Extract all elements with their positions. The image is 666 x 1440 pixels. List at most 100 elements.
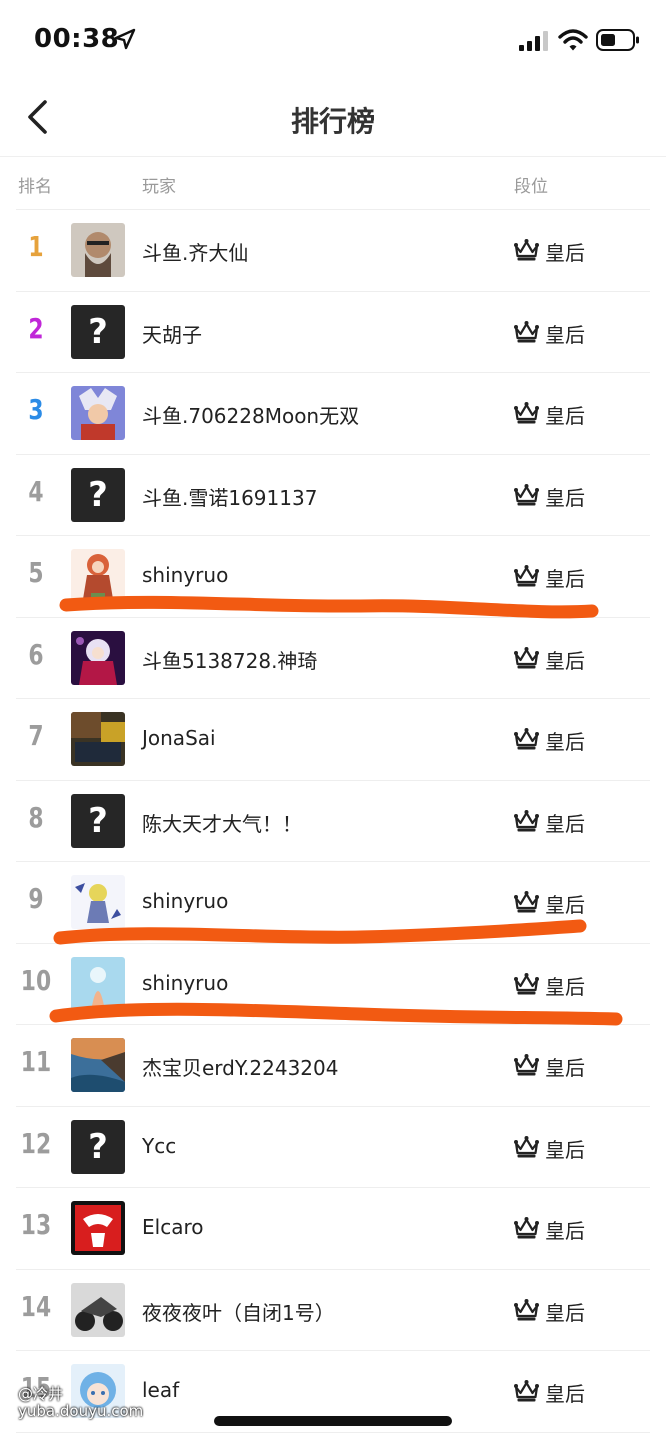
rank-number: 8	[28, 800, 44, 834]
tier-label: 皇后	[545, 485, 585, 510]
tier-label: 皇后	[545, 322, 585, 347]
home-indicator	[214, 1416, 452, 1426]
crown-icon	[514, 728, 539, 750]
leaderboard-row[interactable]: 1 斗鱼.齐大仙 皇后	[0, 210, 666, 292]
player-name[interactable]: shinyruo	[142, 889, 228, 913]
player-name[interactable]: 斗鱼.706228Moon无双	[142, 400, 359, 429]
crown-icon	[514, 320, 539, 342]
tier-label: 皇后	[545, 1382, 585, 1406]
unknown-avatar-icon: ?	[71, 793, 125, 848]
rank-number: 3	[28, 393, 44, 426]
tier-label: 皇后	[545, 1219, 585, 1243]
crown-icon	[514, 1217, 539, 1239]
rank-number: 10	[20, 963, 52, 997]
rank-number: 12	[20, 1126, 52, 1160]
rank-number: 14	[20, 1289, 52, 1323]
tier-label: 皇后	[545, 893, 585, 917]
rank-number: 6	[28, 637, 44, 671]
rank-number: 1	[28, 230, 44, 263]
leaderboard-row[interactable]: 7 JonaSai 皇后	[0, 699, 666, 781]
crown-icon	[514, 809, 539, 831]
player-name[interactable]: 天胡子	[142, 319, 202, 348]
player-avatar[interactable]	[71, 1282, 125, 1337]
leaderboard-row[interactable]: 14 夜夜夜叶（自闭1号） 皇后	[0, 1270, 666, 1351]
player-avatar[interactable]	[71, 712, 125, 766]
status-time: 00:38	[34, 24, 120, 54]
player-name[interactable]: Ycc	[142, 1134, 176, 1158]
leaderboard-row[interactable]: 13 Elcaro 皇后	[0, 1188, 666, 1270]
leaderboard-row[interactable]: 4? 斗鱼.雪诺1691137 皇后	[0, 455, 666, 536]
player-name[interactable]: 杰宝贝erdY.2243204	[142, 1052, 338, 1081]
rank-number: 5	[28, 556, 44, 589]
leaderboard-row[interactable]: 3 斗鱼.706228Moon无双 皇后	[0, 373, 666, 455]
column-header-tier: 段位	[514, 177, 548, 197]
battery-icon	[596, 29, 639, 51]
rank-number: 2	[28, 311, 44, 345]
unknown-avatar-icon: ?	[71, 1119, 125, 1174]
crown-icon	[514, 1054, 539, 1076]
player-name[interactable]: 斗鱼.齐大仙	[142, 237, 248, 266]
cellular-signal-icon	[519, 31, 548, 51]
player-avatar[interactable]	[71, 386, 125, 440]
player-name[interactable]: 夜夜夜叶（自闭1号）	[142, 1297, 335, 1326]
row-divider	[16, 1431, 650, 1433]
page-title: 排行榜	[290, 105, 375, 138]
leaderboard-row[interactable]: 9 shinyruo 皇后	[0, 862, 666, 944]
rank-number: 4	[28, 474, 44, 508]
player-avatar[interactable]	[71, 630, 125, 685]
player-avatar[interactable]	[71, 875, 125, 929]
crown-icon	[514, 972, 539, 994]
watermark-author: @冷井	[18, 1385, 64, 1403]
watermark-site: yuba.douyu.com	[18, 1402, 144, 1420]
status-bar: 00:38	[0, 0, 666, 82]
unknown-avatar-icon: ?	[71, 467, 125, 522]
column-header-player: 玩家	[142, 177, 176, 197]
unknown-avatar-icon: ?	[71, 304, 125, 359]
leaderboard-row[interactable]: 8? 陈大天才大气！！ 皇后	[0, 781, 666, 862]
tier-label: 皇后	[545, 404, 585, 428]
tier-label: 皇后	[545, 241, 585, 265]
leaderboard-row[interactable]: 5 shinyruo 皇后	[0, 536, 666, 618]
leaderboard-row[interactable]: 10 shinyruo 皇后	[0, 944, 666, 1025]
player-avatar[interactable]	[71, 956, 125, 1011]
player-avatar[interactable]	[71, 1038, 125, 1092]
player-avatar[interactable]	[71, 1201, 125, 1255]
tier-label: 皇后	[545, 1137, 585, 1162]
crown-icon	[514, 646, 539, 668]
tier-label: 皇后	[545, 648, 585, 673]
tier-label: 皇后	[545, 1056, 585, 1080]
column-header-rank: 排名	[18, 177, 52, 197]
leaderboard-row[interactable]: 6 斗鱼5138728.神琦 皇后	[0, 618, 666, 699]
tier-label: 皇后	[545, 1300, 585, 1325]
crown-icon	[514, 402, 539, 424]
crown-icon	[514, 1380, 539, 1402]
player-name[interactable]: 斗鱼5138728.神琦	[142, 645, 317, 674]
player-name[interactable]: shinyruo	[142, 563, 228, 587]
crown-icon	[514, 1135, 539, 1157]
rank-number: 11	[20, 1045, 52, 1078]
crown-icon	[514, 891, 539, 913]
player-name[interactable]: 陈大天才大气！！	[142, 808, 302, 837]
player-avatar[interactable]	[71, 549, 125, 603]
player-name[interactable]: 斗鱼.雪诺1691137	[142, 482, 317, 511]
leaderboard-row[interactable]: 2? 天胡子 皇后	[0, 292, 666, 373]
leaderboard-row[interactable]: 11 杰宝贝erdY.2243204 皇后	[0, 1025, 666, 1107]
wifi-icon	[558, 29, 588, 51]
tier-label: 皇后	[545, 974, 585, 999]
rank-number: 9	[28, 882, 44, 915]
player-name[interactable]: shinyruo	[142, 971, 228, 995]
navigation-bar: 排行榜	[0, 82, 666, 157]
player-avatar[interactable]	[71, 223, 125, 277]
player-name[interactable]: Elcaro	[142, 1215, 203, 1239]
leaderboard-row[interactable]: 12? Ycc 皇后	[0, 1107, 666, 1188]
crown-icon	[514, 483, 539, 505]
player-name[interactable]: leaf	[142, 1378, 179, 1402]
tier-label: 皇后	[545, 567, 585, 591]
crown-icon	[514, 239, 539, 261]
rank-number: 7	[28, 719, 44, 752]
rank-number: 13	[20, 1208, 52, 1241]
player-name[interactable]: JonaSai	[142, 726, 216, 750]
crown-icon	[514, 565, 539, 587]
location-arrow-icon	[114, 28, 136, 50]
tier-label: 皇后	[545, 811, 585, 836]
